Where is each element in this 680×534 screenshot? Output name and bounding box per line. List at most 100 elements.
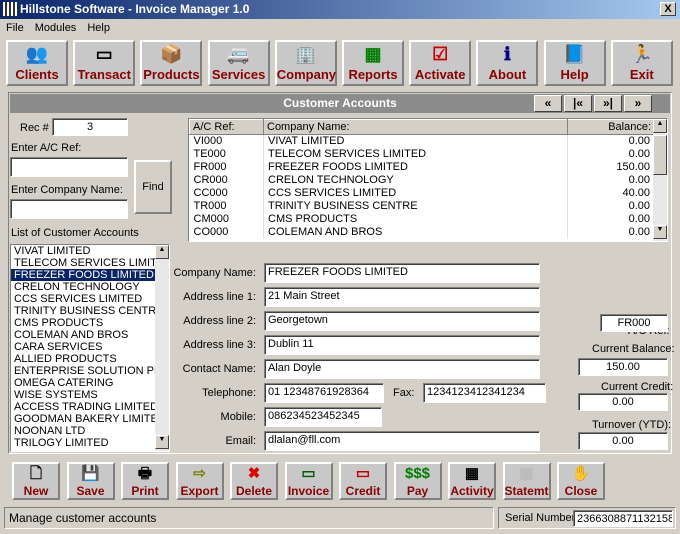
last-record-button[interactable]: » [624,95,652,112]
next-record-button[interactable]: »| [594,95,622,112]
action-label: Save [76,484,105,498]
company-cell: VIVAT LIMITED [263,134,568,148]
balance-field: 150.00 [578,358,668,376]
record-number-field[interactable]: 3 [52,118,128,136]
toolbar-about-button[interactable]: ℹ About [476,40,539,86]
list-item[interactable]: VIVAT LIMITED [11,245,169,257]
menu-file[interactable]: File [6,22,24,34]
toolbar-reports-button[interactable]: ▦ Reports [342,40,404,86]
print-button[interactable]: 🖶 Print [121,462,169,500]
acref-cell: TR000 [189,199,264,213]
building-icon: 🏢 [294,44,317,64]
table-row[interactable]: CO000 COLEMAN AND BROS 0.00 [189,225,655,239]
credit-note-icon: ▭ [355,465,371,482]
clients-icon: 👥 [25,44,49,64]
telephone-input[interactable]: 01 12348761928364 [264,383,384,403]
acref-search-input[interactable] [10,157,128,177]
company_name-input[interactable]: FREEZER FOODS LIMITED [264,263,540,283]
list-item[interactable]: FREEZER FOODS LIMITED [11,269,155,281]
previous-record-button[interactable]: |« [564,95,592,112]
invoice-button[interactable]: ▭ Invoice [284,462,333,500]
balance-cell: 150.00 [567,160,655,174]
fax-input[interactable]: 1234123412341234 [423,383,546,403]
spreadsheet-icon: ▦ [364,44,382,64]
balance-cell: 0.00 [567,173,655,187]
address1-input[interactable]: 21 Main Street [264,287,540,307]
close-button[interactable]: ✋ Close [557,462,605,500]
company-cell: TELECOM SERVICES LIMITED [263,147,568,161]
toolbar-products-button[interactable]: 📦 Products [140,40,203,86]
toolbar-label: Company [276,67,337,82]
address2-input[interactable]: Georgetown [264,311,540,331]
company-cell: COLEMAN AND BROS [263,225,568,239]
serial-number-field: 2366308871132158 [573,510,673,527]
floppy-disk-icon: 💾 [81,465,100,482]
email-input[interactable]: dlalan@fll.com [264,431,540,451]
close-window-button[interactable]: X [660,2,676,16]
pay-button[interactable]: $$$ Pay [393,462,442,500]
save-button[interactable]: 💾 Save [66,462,115,500]
company-cell: CRELON TECHNOLOGY [263,173,568,187]
new-button[interactable]: 🗋 New [12,462,60,500]
accounts-grid[interactable]: A/C Ref: Company Name: Balance: VI000 VIV… [188,118,668,242]
action-label: Close [564,484,598,498]
toolbar-label: Help [560,67,589,82]
contact-label: Contact Name: [182,363,256,375]
col-balance[interactable]: Balance: [567,119,655,135]
title-bar: Hillstone Software - Invoice Manager 1.0… [0,0,680,19]
mobile-input[interactable]: 086234523452345 [264,407,382,427]
invoice-icon: ▭ [301,465,316,482]
turnover-label: Turnover (YTD): [592,419,672,431]
table-row[interactable]: CR000 CRELON TECHNOLOGY 0.00 [189,173,655,187]
menu-help[interactable]: Help [87,22,110,34]
credit-button[interactable]: ▭ Credit [339,462,387,500]
contact-input[interactable]: Alan Doyle [264,359,540,379]
export-button[interactable]: ⇨ Export [175,462,224,500]
toolbar-exit-button[interactable]: 🏃 Exit [610,40,673,86]
app-logo-icon [3,2,17,16]
table-row[interactable]: CC000 CCS SERVICES LIMITED 40.00 [189,186,655,200]
toolbar-label: Services [211,67,266,82]
delete-button[interactable]: ✖ Delete [230,462,278,500]
find-button[interactable]: Find [134,160,172,214]
menu-modules[interactable]: Modules [35,22,77,34]
table-row[interactable]: TE000 TELECOM SERVICES LIMITED 0.00 [189,147,655,161]
toolbar-label: Transact [77,67,131,82]
hand-icon: ✋ [571,465,591,482]
table-row[interactable]: FR000 FREEZER FOODS LIMITED 150.00 [189,160,655,174]
col-company[interactable]: Company Name: [263,119,568,135]
acref-cell: CC000 [189,186,264,200]
toolbar-label: Reports [348,67,398,82]
toolbar-company-button[interactable]: 🏢 Company [274,40,337,86]
statemt-button[interactable]: ▦ Statemt [502,462,551,500]
acref-cell: CM000 [189,212,264,226]
first-record-button[interactable]: « [534,95,562,112]
balance-cell: 0.00 [567,199,655,213]
window-title: Hillstone Software - Invoice Manager 1.0 [20,2,250,16]
activity-grid-icon: ▦ [464,465,480,482]
company-cell: TRINITY BUSINESS CENTRE [263,199,568,213]
email-label: Email: [225,435,256,447]
address1-label: Address line 1: [183,291,256,303]
serial-panel: Serial Number: 2366308871132158 [498,507,676,529]
rec-label: Rec # [20,122,49,134]
toolbar-services-button[interactable]: 🚐 Services [207,40,270,86]
van-icon: 🚐 [227,44,250,64]
company-search-input[interactable] [10,199,128,219]
table-row[interactable]: CM000 CMS PRODUCTS 0.00 [189,212,655,226]
company-cell: CCS SERVICES LIMITED [263,186,568,200]
acref-cell: FR000 [189,160,264,174]
toolbar-transact-button[interactable]: ▭ Transact [73,40,136,86]
table-row[interactable]: VI000 VIVAT LIMITED 0.00 [189,134,655,148]
toolbar-help-button[interactable]: 📘 Help [543,40,606,86]
payment-icon: $$$ [404,465,431,482]
exit-icon: 🏃 [630,44,653,64]
toolbar-clients-button[interactable]: 👥 Clients [6,40,68,86]
credit-field: 0.00 [578,393,668,411]
toolbar-activate-button[interactable]: ☑ Activate [409,40,472,86]
table-row[interactable]: TR000 TRINITY BUSINESS CENTRE 0.00 [189,199,655,213]
address3-input[interactable]: Dublin 11 [264,335,540,355]
grid-scrollbar[interactable]: ▲ ▼ [653,119,667,241]
col-acref[interactable]: A/C Ref: [189,119,264,135]
activity-button[interactable]: ▦ Activity [448,462,496,500]
